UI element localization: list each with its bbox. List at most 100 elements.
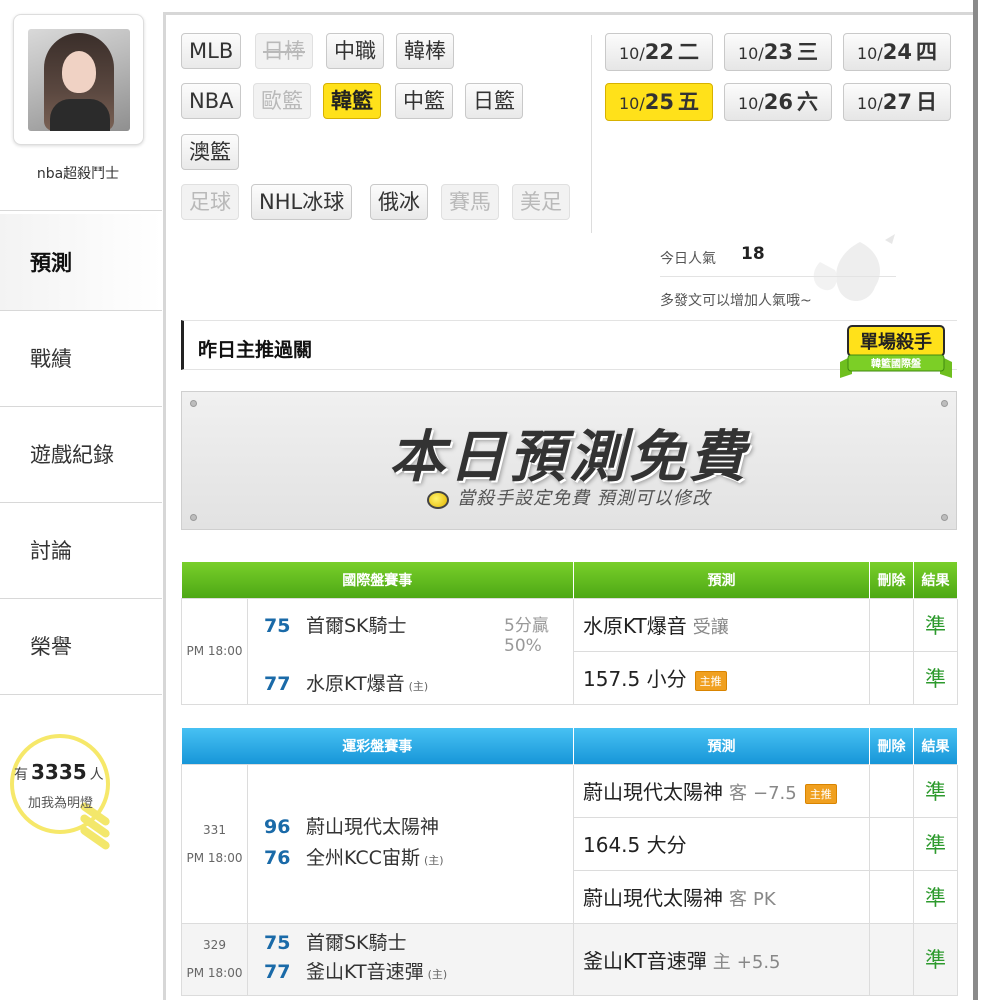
odds-ratio: 5分贏 50% (504, 615, 549, 656)
prediction-cell: 157.5 小分 主推 (573, 650, 870, 705)
username[interactable]: nba超殺鬥士 (0, 163, 156, 183)
result-cell: 準 (913, 763, 958, 818)
date-tab-1022[interactable]: 10/22 二 (605, 33, 713, 71)
prediction-cell: 水原KT爆音 受讓 (573, 597, 870, 652)
delete-cell (869, 650, 914, 705)
result-cell: 準 (913, 650, 958, 705)
prediction-cell: 蔚山現代太陽神客 PK (573, 869, 870, 924)
result-cell: 準 (913, 869, 958, 924)
lightbulb-base-icon (78, 800, 118, 860)
avatar[interactable] (28, 29, 130, 131)
column-header-result: 結果 (913, 562, 958, 598)
sport-tab-soccer: 足球 (181, 184, 239, 220)
result-cell: 準 (913, 816, 958, 871)
sport-tab-cba[interactable]: 中籃 (395, 83, 453, 119)
sport-tab-nhl[interactable]: NHL冰球 (251, 184, 353, 220)
free-prediction-banner: 本日預測免費 當殺手設定免費 預測可以修改 (181, 391, 957, 530)
intl-games-table: 國際盤賽事 預測 刪除 結果 PM 18:00 75 首爾SK騎士 5分贏 50%… (181, 562, 958, 705)
free-banner-title: 本日預測免費 (389, 425, 749, 490)
sport-tab-euro-basketball: 歐籃 (253, 83, 311, 119)
home-team: 水原KT爆音 (306, 672, 405, 695)
delete-cell (869, 922, 914, 996)
avatar-frame[interactable] (13, 14, 144, 145)
away-score: 75 (264, 614, 291, 637)
delete-cell (869, 869, 914, 924)
screw-icon (941, 514, 948, 521)
date-tab-1025[interactable]: 10/25 五 (605, 83, 713, 121)
home-tag: (主) (408, 679, 429, 693)
free-banner-subtitle: 當殺手設定免費 預測可以修改 (457, 488, 711, 509)
screw-icon (190, 514, 197, 521)
sidebar-item-game-log[interactable]: 遊戲紀錄 (0, 406, 162, 502)
away-team-row: 75 首爾SK騎士 (264, 932, 407, 954)
divider (660, 276, 896, 277)
home-team-row: 77 釜山KT音速彈 (主) (264, 961, 448, 983)
divider (591, 35, 592, 233)
game-time: 329 PM 18:00 (181, 922, 248, 996)
date-tab-1024[interactable]: 10/24 四 (843, 33, 951, 71)
column-header-predict: 預測 (573, 728, 870, 764)
table-row: 331 PM 18:00 96 蔚山現代太陽神 76 全州KCC宙斯 (主) 蔚山現代… (181, 763, 958, 924)
matchup: 75 首爾SK騎士 5分贏 50% 77 水原KT爆音 (主) (247, 597, 574, 705)
sport-tab-npb: 日棒 (255, 33, 313, 69)
sidebar-item-record[interactable]: 戰績 (0, 310, 162, 406)
main-pick-badge: 主推 (694, 670, 727, 691)
sport-tab-mlb[interactable]: MLB (181, 33, 242, 69)
sport-tab-bleague[interactable]: 日籃 (465, 83, 523, 119)
game-time: PM 18:00 (181, 597, 248, 705)
away-team-row: 96 蔚山現代太陽神 (264, 815, 440, 838)
column-header-predict: 預測 (573, 562, 870, 598)
sport-tab-kbl[interactable]: 韓籃 (323, 83, 381, 119)
away-team-row: 75 首爾SK騎士 (264, 611, 407, 638)
column-header-result: 結果 (913, 728, 958, 764)
popularity-hint: 多發文可以增加人氣哦~ (660, 293, 812, 309)
follow-me-label[interactable]: 加我為明燈 (28, 792, 93, 811)
date-tab-1023[interactable]: 10/23 三 (724, 33, 832, 71)
prediction-cell: 釜山KT音速彈主 +5.5 (573, 922, 870, 996)
delete-cell (869, 597, 914, 652)
column-header-event: 運彩盤賽事 (181, 728, 574, 764)
delete-cell (869, 763, 914, 818)
window-border (973, 0, 978, 1000)
prediction-cell: 蔚山現代太陽神客 −7.5 主推 (573, 763, 870, 818)
home-team-row: 77 水原KT爆音 (主) (264, 669, 428, 696)
prediction-cell: 164.5 大分 (573, 816, 870, 871)
sidebar-item-honor[interactable]: 榮譽 (0, 598, 162, 694)
fairy-decoration-icon (813, 234, 895, 302)
game-time: 331 PM 18:00 (181, 763, 248, 924)
sidebar: nba超殺鬥士 預測 戰績 遊戲紀錄 討論 榮譽 有 3335 人 加我為明燈 (0, 0, 164, 1000)
main-pick-badge: 主推 (804, 783, 837, 804)
column-header-event: 國際盤賽事 (181, 562, 574, 598)
date-tab-1026[interactable]: 10/26 六 (724, 83, 832, 121)
sport-tab-cpbl[interactable]: 中職 (326, 33, 384, 69)
follower-count: 有 3335 人 (14, 760, 104, 784)
follower-bulb[interactable]: 有 3335 人 加我為明燈 (8, 730, 148, 880)
date-tab-1027[interactable]: 10/27 日 (843, 83, 951, 121)
badge-title: 單場殺手 (860, 331, 932, 353)
sport-tab-nbl[interactable]: 澳籃 (181, 134, 239, 170)
sidebar-item-predict[interactable]: 預測 (0, 214, 162, 310)
popularity-label: 今日人氣 (660, 251, 716, 267)
sport-tab-nba[interactable]: NBA (181, 83, 242, 119)
matchup: 75 首爾SK騎士 77 釜山KT音速彈 (主) (247, 922, 574, 996)
table-row: 329 PM 18:00 75 首爾SK騎士 77 釜山KT音速彈 (主) 釜山KT音… (181, 922, 958, 996)
lightbulb-icon (427, 490, 450, 509)
lottery-games-table: 運彩盤賽事 預測 刪除 結果 331 PM 18:00 96 蔚山現代太陽神 76… (181, 728, 958, 996)
sport-tab-khl[interactable]: 俄冰 (370, 184, 428, 220)
column-header-delete: 刪除 (869, 728, 914, 764)
delete-cell (869, 816, 914, 871)
home-score: 77 (264, 672, 291, 695)
result-cell: 準 (913, 922, 958, 996)
killer-badge-icon: 單場殺手 韓籃國際盤 (840, 325, 952, 378)
yesterday-title: 昨日主推過關 (198, 339, 313, 361)
sidebar-item-discussion[interactable]: 討論 (0, 502, 162, 598)
column-header-delete: 刪除 (869, 562, 914, 598)
matchup: 96 蔚山現代太陽神 76 全州KCC宙斯 (主) (247, 763, 574, 924)
screw-icon (190, 400, 197, 407)
home-team-row: 76 全州KCC宙斯 (主) (264, 846, 444, 869)
divider (0, 694, 162, 695)
sport-tab-kbo[interactable]: 韓棒 (396, 33, 454, 69)
away-team: 首爾SK騎士 (306, 614, 407, 637)
screw-icon (941, 400, 948, 407)
popularity-value: 18 (741, 244, 765, 264)
